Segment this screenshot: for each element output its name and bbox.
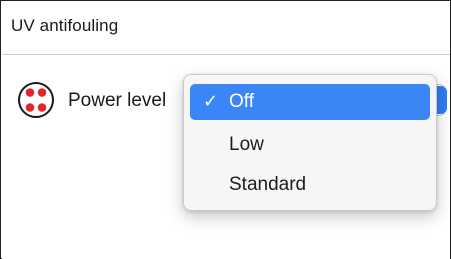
- checkmark-icon: ✓: [203, 91, 219, 112]
- menu-item-off[interactable]: ✓ Off: [190, 84, 430, 120]
- menu-item-standard[interactable]: Standard: [190, 167, 430, 203]
- menu-item-low[interactable]: Low: [190, 127, 430, 163]
- menu-item-label: Low: [229, 134, 264, 155]
- power-level-dropdown-menu: ✓ Off Low Standard: [183, 74, 437, 211]
- dots-circle-icon: [18, 82, 54, 118]
- panel-title: UV antifouling: [11, 16, 119, 35]
- power-level-label: Power level: [68, 90, 167, 111]
- panel-header: UV antifouling: [2, 2, 450, 55]
- menu-item-label: Off: [229, 91, 254, 112]
- menu-item-label: Standard: [229, 174, 307, 195]
